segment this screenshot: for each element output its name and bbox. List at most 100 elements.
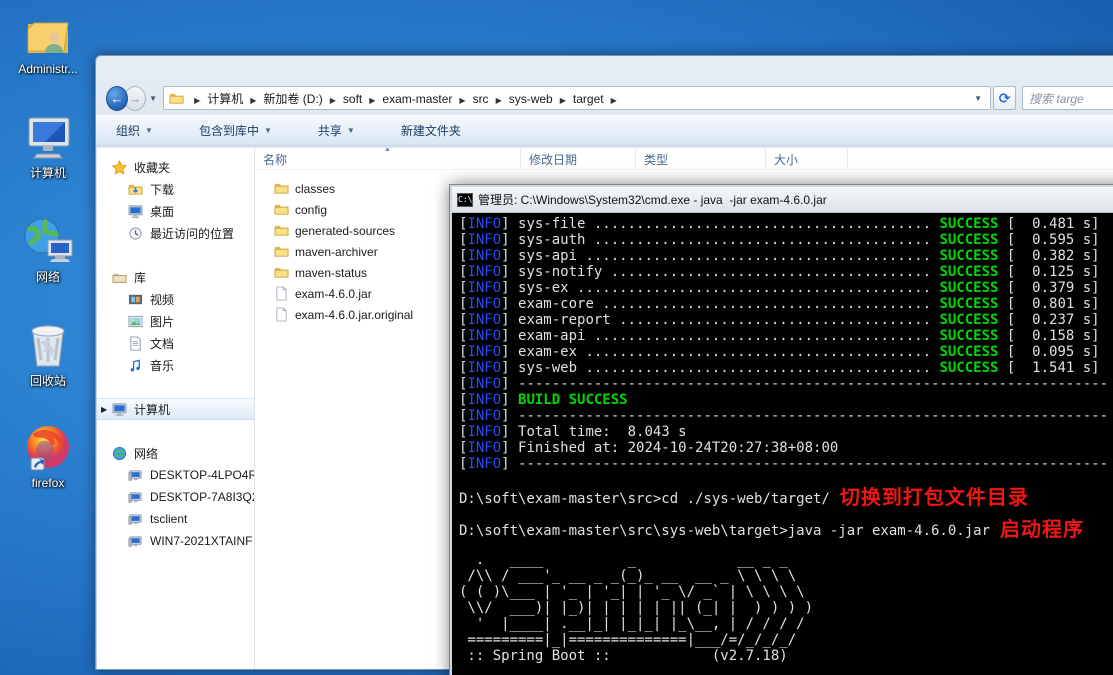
breadcrumb-segment[interactable]: sys-web <box>505 89 557 109</box>
column-header-2[interactable]: 类型 <box>636 148 766 169</box>
nav-item[interactable]: tsclient <box>97 508 254 530</box>
nav-item-label: 视频 <box>150 292 175 307</box>
breadcrumb-segment[interactable]: src <box>469 89 493 109</box>
file-name: exam-4.6.0.jar <box>295 286 372 301</box>
nav-item-label: 下载 <box>150 182 175 197</box>
toolbar-button-label: 共享 <box>317 123 342 138</box>
column-header-3[interactable]: 大小 <box>766 148 848 169</box>
cmd-title: 管理员: C:\Windows\System32\cmd.exe - java … <box>478 193 827 207</box>
doc-icon <box>127 335 144 351</box>
column-header-0[interactable]: ▲ 名称 <box>255 148 521 169</box>
pc-icon <box>127 512 144 527</box>
folder-icon <box>273 265 290 280</box>
toolbar-button-label: 新建文件夹 <box>400 123 461 138</box>
nav-item[interactable]: 图片 <box>97 310 254 332</box>
toolbar-button-3[interactable]: 新建文件夹 <box>395 118 467 143</box>
breadcrumb: ▶ 计算机 ▶ 新加卷 (D:) ▶ soft ▶ exam-master ▶ src ▶ sys-w… <box>191 90 620 107</box>
nav-item[interactable]: DESKTOP-7A8I3Q2 <box>97 486 254 508</box>
chevron-down-icon: ▼ <box>145 125 153 135</box>
recent-icon <box>127 226 144 241</box>
nav-section-3[interactable]: 网络 <box>97 442 254 464</box>
breadcrumb-segment[interactable]: soft <box>339 89 366 109</box>
nav-section-2[interactable]: ▶ 计算机 <box>97 398 254 420</box>
console-line: . ____ _ __ _ _ <box>459 552 788 568</box>
history-caret-icon[interactable]: ▼ <box>149 94 157 103</box>
breadcrumb-segment[interactable]: 计算机 <box>203 89 247 109</box>
nav-item[interactable]: DESKTOP-4LPO4R <box>97 464 254 486</box>
cmd-window: C:\ 管理员: C:\Windows\System32\cmd.exe - j… <box>449 184 1113 675</box>
folder-icon <box>273 202 290 217</box>
cmd-icon: C:\ <box>457 192 473 207</box>
console-line: [INFO] Total time: 8.043 s <box>459 424 687 440</box>
console-line: [INFO] BUILD SUCCESS <box>459 392 628 408</box>
nav-section-0[interactable]: 收藏夹 <box>97 156 254 178</box>
nav-item-label: 图片 <box>150 314 175 329</box>
breadcrumb-arrow-icon: ▶ <box>194 95 201 105</box>
console-line: [INFO] sys-auth ........................… <box>459 232 1100 248</box>
nav-item[interactable]: 文档 <box>97 332 254 354</box>
toolbar-button-0[interactable]: 组织 ▼ <box>110 118 159 143</box>
address-folder-icon <box>168 91 185 106</box>
console-line: [INFO] exam-report .....................… <box>459 312 1100 328</box>
chevron-down-icon: ▼ <box>346 125 355 135</box>
toolbar-button-1[interactable]: 包含到库中 ▼ <box>193 118 278 143</box>
address-bar[interactable]: ▶ 计算机 ▶ 新加卷 (D:) ▶ soft ▶ exam-master ▶ src ▶ sys-w… <box>163 86 992 110</box>
breadcrumb-arrow-icon: ▶ <box>610 95 617 105</box>
desktop-icon-firefox[interactable]: firefox <box>8 420 88 490</box>
desktop: Administr... 计算机 网络 回收站 firefox ← → ▼ ▶ … <box>0 0 1113 675</box>
folder-icon <box>273 244 290 259</box>
search-placeholder: 搜索 targe <box>1029 91 1084 106</box>
back-button[interactable]: ← <box>106 85 129 111</box>
desktop-icon-computer[interactable]: 计算机 <box>8 108 88 181</box>
cmd-titlebar[interactable]: C:\ 管理员: C:\Windows\System32\cmd.exe - j… <box>452 187 1113 213</box>
expander-arrow-icon[interactable]: ▶ <box>101 405 107 414</box>
address-dropdown-icon[interactable]: ▼ <box>970 94 986 103</box>
console-output[interactable]: [INFO] sys-file ........................… <box>452 213 1113 675</box>
administrator-folder-icon <box>8 6 88 60</box>
console-line: [INFO] sys-file ........................… <box>459 216 1100 232</box>
nav-item[interactable]: 最近访问的位置 <box>97 222 254 244</box>
console-line: D:\soft\exam-master\src\sys-web\target>j… <box>459 517 1085 541</box>
file-name: generated-sources <box>295 223 396 238</box>
star-icon <box>111 159 128 175</box>
computer-icon <box>8 108 88 162</box>
desktop-icon-label: 计算机 <box>29 166 66 180</box>
nav-item[interactable]: 桌面 <box>97 200 254 222</box>
toolbar-button-2[interactable]: 共享 ▼ <box>312 118 361 143</box>
desktop-icon-label: 回收站 <box>29 374 66 388</box>
console-line: D:\soft\exam-master\src>cd ./sys-web/tar… <box>459 485 1029 509</box>
explorer-titlebar[interactable] <box>96 56 1113 82</box>
folder-icon <box>273 181 290 196</box>
desktop-icon-administrator[interactable]: Administr... <box>8 6 88 76</box>
nav-section-label: 收藏夹 <box>134 160 171 175</box>
nav-item[interactable]: 音乐 <box>97 354 254 376</box>
breadcrumb-segment[interactable]: 新加卷 (D:) <box>259 89 326 109</box>
nav-item[interactable]: 视频 <box>97 288 254 310</box>
console-line: ' |____| .__|_| |_|_| |_\__, | / / / / <box>459 616 805 632</box>
console-line: ( ( )\___ | '_ | '_| | '_ \/ _` | \ \ \ … <box>459 584 805 600</box>
breadcrumb-arrow-icon: ▶ <box>459 95 466 105</box>
nav-item-label: 桌面 <box>150 204 175 219</box>
breadcrumb-arrow-icon: ▶ <box>369 95 376 105</box>
monitor-icon <box>111 402 128 417</box>
breadcrumb-arrow-icon: ▶ <box>559 95 566 105</box>
nav-item-label: DESKTOP-4LPO4R <box>150 468 255 482</box>
column-header-1[interactable]: 修改日期 <box>521 148 636 169</box>
nav-item[interactable]: WIN7-2021XTAINF <box>97 530 254 552</box>
file-icon <box>273 286 290 301</box>
desktop-icon-recycle-bin[interactable]: 回收站 <box>8 316 88 389</box>
nav-item-label: 最近访问的位置 <box>150 226 235 241</box>
console-line: [INFO] sys-ex ..........................… <box>459 280 1100 296</box>
nav-item[interactable]: 下载 <box>97 178 254 200</box>
refresh-button[interactable]: ⟳ <box>993 86 1017 110</box>
search-box[interactable]: 搜索 targe <box>1022 86 1113 110</box>
firefox-icon <box>8 420 88 474</box>
breadcrumb-segment[interactable]: exam-master <box>378 89 456 109</box>
console-line: :: Spring Boot :: (v2.7.18) <box>459 648 788 664</box>
nav-section-1[interactable]: 库 <box>97 266 254 288</box>
library-icon <box>111 270 128 285</box>
breadcrumb-segment[interactable]: target <box>569 89 608 109</box>
desktop-icon-network[interactable]: 网络 <box>8 212 88 285</box>
